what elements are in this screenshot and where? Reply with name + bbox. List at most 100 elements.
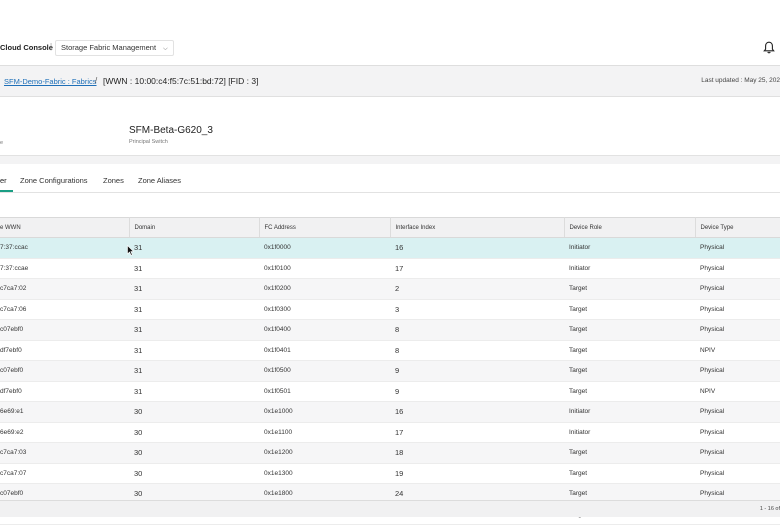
- top-blank-area: [0, 0, 780, 32]
- cell-domain: 31: [129, 381, 259, 402]
- cell-wwn: c7ca7:03: [0, 442, 129, 464]
- cell-wwn: df7ebf0: [0, 381, 129, 402]
- cell-device-role: Target: [564, 360, 695, 382]
- tab-bar: er Zone Configurations Zones Zone Aliase…: [0, 166, 780, 193]
- app-header: Cloud Console | Storage Fabric Managemen…: [0, 31, 780, 66]
- cell-device-role: Target: [564, 278, 695, 300]
- cell-wwn: 7:37:ccae: [0, 258, 129, 279]
- breadcrumb-fabrics-link[interactable]: SFM-Demo-Fabric : Fabrics: [4, 77, 97, 86]
- table-footer: 1 - 16 of: [0, 500, 780, 517]
- cell-wwn: c7ca7:02: [0, 278, 129, 300]
- table-row[interactable]: 6e69:e2 30 0x1e1100 17 Initiator Physical: [0, 422, 780, 443]
- cell-device-type: NPIV: [695, 381, 780, 402]
- table-row[interactable]: 6e69:e1 30 0x1e1000 16 Initiator Physical: [0, 401, 780, 423]
- cell-interface-index: 17: [390, 422, 564, 443]
- cell-fc-address: 0x1e1200: [259, 442, 390, 464]
- cell-fc-address: 0x1f0500: [259, 360, 390, 382]
- cell-domain: 31: [129, 319, 259, 341]
- cell-interface-index: 8: [390, 340, 564, 361]
- breadcrumb-separator: /: [95, 76, 98, 85]
- cell-device-role: Target: [564, 340, 695, 361]
- cell-device-type: Physical: [695, 422, 780, 443]
- cell-device-role: Initiator: [564, 237, 695, 259]
- cell-fc-address: 0x1f0200: [259, 278, 390, 300]
- cell-interface-index: 16: [390, 401, 564, 423]
- col-header-device-role[interactable]: Device Role: [564, 217, 696, 238]
- cell-fc-address: 0x1f0501: [259, 381, 390, 402]
- tab-partial-active[interactable]: er: [0, 176, 7, 185]
- cell-domain: 31: [129, 278, 259, 300]
- cell-wwn: 6e69:e2: [0, 422, 129, 443]
- tab-zone-configurations[interactable]: Zone Configurations: [20, 176, 88, 185]
- table-header-row: e WWN Domain FC Address Interface Index …: [0, 217, 780, 238]
- cell-fc-address: 0x1f0100: [259, 258, 390, 279]
- table-toolbar-space: [0, 193, 780, 217]
- table-row[interactable]: c07ebf0 31 0x1f0500 9 Target Physical: [0, 360, 780, 382]
- section-divider: [0, 156, 780, 164]
- breadcrumb: SFM-Demo-Fabric : Fabrics / [WWN : 10:00…: [0, 66, 780, 97]
- cell-device-type: Physical: [695, 442, 780, 464]
- tab-zone-aliases[interactable]: Zone Aliases: [138, 176, 181, 185]
- cell-domain: 30: [129, 422, 259, 443]
- brand-title: Cloud Console: [0, 43, 53, 52]
- cell-domain: 30: [129, 401, 259, 423]
- table-row[interactable]: c7ca7:07 30 0x1e1300 19 Target Physical: [0, 463, 780, 484]
- col-header-domain[interactable]: Domain: [129, 217, 260, 238]
- table-row[interactable]: 7:37:ccac 31 0x1f0000 16 Initiator Physical: [0, 237, 780, 259]
- app-selector[interactable]: Storage Fabric Management ⌵: [55, 40, 174, 56]
- cell-device-role: Initiator: [564, 258, 695, 279]
- cell-device-role: Target: [564, 319, 695, 341]
- cell-device-type: Physical: [695, 463, 780, 484]
- cell-device-type: Physical: [695, 237, 780, 259]
- cell-interface-index: 9: [390, 381, 564, 402]
- cell-device-role: Target: [564, 381, 695, 402]
- page-title: [WWN : 10:00:c4:f5:7c:51:bd:72] [FID : 3…: [103, 76, 259, 86]
- chevron-down-icon: ⌵: [163, 46, 168, 52]
- cell-interface-index: 3: [390, 299, 564, 320]
- cell-interface-index: 19: [390, 463, 564, 484]
- cell-device-type: Physical: [695, 360, 780, 382]
- cell-interface-index: 2: [390, 278, 564, 300]
- tab-zones[interactable]: Zones: [103, 176, 124, 185]
- cell-fc-address: 0x1e1100: [259, 422, 390, 443]
- cell-device-type: Physical: [695, 278, 780, 300]
- table-row[interactable]: c7ca7:03 30 0x1e1200 18 Target Physical: [0, 442, 780, 464]
- cell-domain: 30: [129, 442, 259, 464]
- cell-device-type: Physical: [695, 401, 780, 423]
- bell-icon[interactable]: [763, 41, 775, 54]
- cell-wwn: 7:37:ccac: [0, 237, 129, 259]
- cell-fc-address: 0x1f0400: [259, 319, 390, 341]
- cell-domain: 31: [129, 299, 259, 320]
- cell-wwn: c07ebf0: [0, 360, 129, 382]
- cell-wwn: c7ca7:07: [0, 463, 129, 484]
- app-selector-label: Storage Fabric Management: [61, 43, 157, 52]
- col-header-device-type[interactable]: Device Type: [695, 217, 780, 238]
- cell-wwn: df7ebf0: [0, 340, 129, 361]
- cell-device-type: Physical: [695, 258, 780, 279]
- cell-device-type: NPIV: [695, 340, 780, 361]
- last-updated-text: Last updated : May 25, 202: [701, 77, 780, 84]
- col-header-interface-index[interactable]: Interface Index: [390, 217, 565, 238]
- cell-domain: 31: [129, 340, 259, 361]
- table-row[interactable]: df7ebf0 31 0x1f0501 9 Target NPIV: [0, 381, 780, 402]
- table-row[interactable]: 7:37:ccae 31 0x1f0100 17 Initiator Physical: [0, 258, 780, 279]
- cell-fc-address: 0x1f0300: [259, 299, 390, 320]
- table-row[interactable]: c07ebf0 31 0x1f0400 8 Target Physical: [0, 319, 780, 341]
- cell-wwn: c07ebf0: [0, 319, 129, 341]
- pagination-info: 1 - 16 of: [759, 506, 780, 512]
- table-row[interactable]: c7ca7:02 31 0x1f0200 2 Target Physical: [0, 278, 780, 300]
- cell-interface-index: 17: [390, 258, 564, 279]
- table-row[interactable]: df7ebf0 31 0x1f0401 8 Target NPIV: [0, 340, 780, 361]
- devices-table: e WWN Domain FC Address Interface Index …: [0, 217, 780, 525]
- cell-wwn: c7ca7:06: [0, 299, 129, 320]
- table-row[interactable]: c7ca7:06 31 0x1f0300 3 Target Physical: [0, 299, 780, 320]
- cell-interface-index: 16: [390, 237, 564, 259]
- switch-summary: e SFM-Beta-G620_3 Principal Switch: [0, 97, 780, 156]
- active-tab-indicator: [0, 190, 13, 192]
- cell-device-role: Target: [564, 463, 695, 484]
- cell-wwn: 6e69:e1: [0, 401, 129, 423]
- cell-domain: 31: [129, 360, 259, 382]
- col-header-wwn[interactable]: e WWN: [0, 217, 130, 238]
- col-header-fc-address[interactable]: FC Address: [259, 217, 391, 238]
- cell-device-type: Physical: [695, 319, 780, 341]
